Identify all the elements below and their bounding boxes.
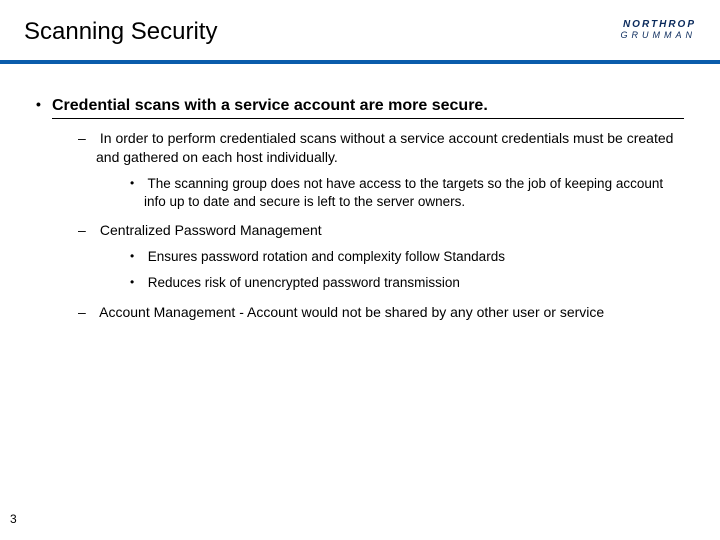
bullet-list-lvl2: In order to perform credentialed scans w…: [36, 129, 684, 321]
logo-text-top: NORTHROP: [621, 20, 697, 30]
list-item-text: Ensures password rotation and complexity…: [148, 249, 505, 264]
list-item-text: Credential scans with a service account …: [52, 96, 684, 119]
logo-text-bottom: GRUMMAN: [621, 31, 697, 40]
list-item-text: Account Management - Account would not b…: [99, 304, 604, 320]
bullet-list-lvl3: The scanning group does not have access …: [96, 175, 684, 211]
list-item-text: In order to perform credentialed scans w…: [96, 130, 673, 165]
list-item: Reduces risk of unencrypted password tra…: [130, 274, 684, 292]
bullet-list-lvl1: Credential scans with a service account …: [36, 96, 684, 119]
list-item: Centralized Password Management Ensures …: [78, 221, 684, 292]
slide-header: Scanning Security NORTHROP GRUMMAN: [0, 0, 720, 60]
list-item: Ensures password rotation and complexity…: [130, 248, 684, 266]
list-item-text: Centralized Password Management: [100, 222, 322, 238]
list-item-text: Reduces risk of unencrypted password tra…: [148, 275, 460, 290]
list-item: In order to perform credentialed scans w…: [78, 129, 684, 211]
bullet-list-lvl3: Ensures password rotation and complexity…: [96, 248, 684, 292]
list-item: Account Management - Account would not b…: [78, 303, 684, 322]
slide-body: Credential scans with a service account …: [0, 64, 720, 321]
slide: Scanning Security NORTHROP GRUMMAN Crede…: [0, 0, 720, 540]
page-number: 3: [10, 512, 17, 526]
slide-title: Scanning Security: [24, 18, 696, 60]
list-item: The scanning group does not have access …: [130, 175, 684, 211]
company-logo: NORTHROP GRUMMAN: [621, 20, 697, 40]
list-item-text: The scanning group does not have access …: [144, 176, 663, 209]
list-item: Credential scans with a service account …: [36, 96, 684, 119]
